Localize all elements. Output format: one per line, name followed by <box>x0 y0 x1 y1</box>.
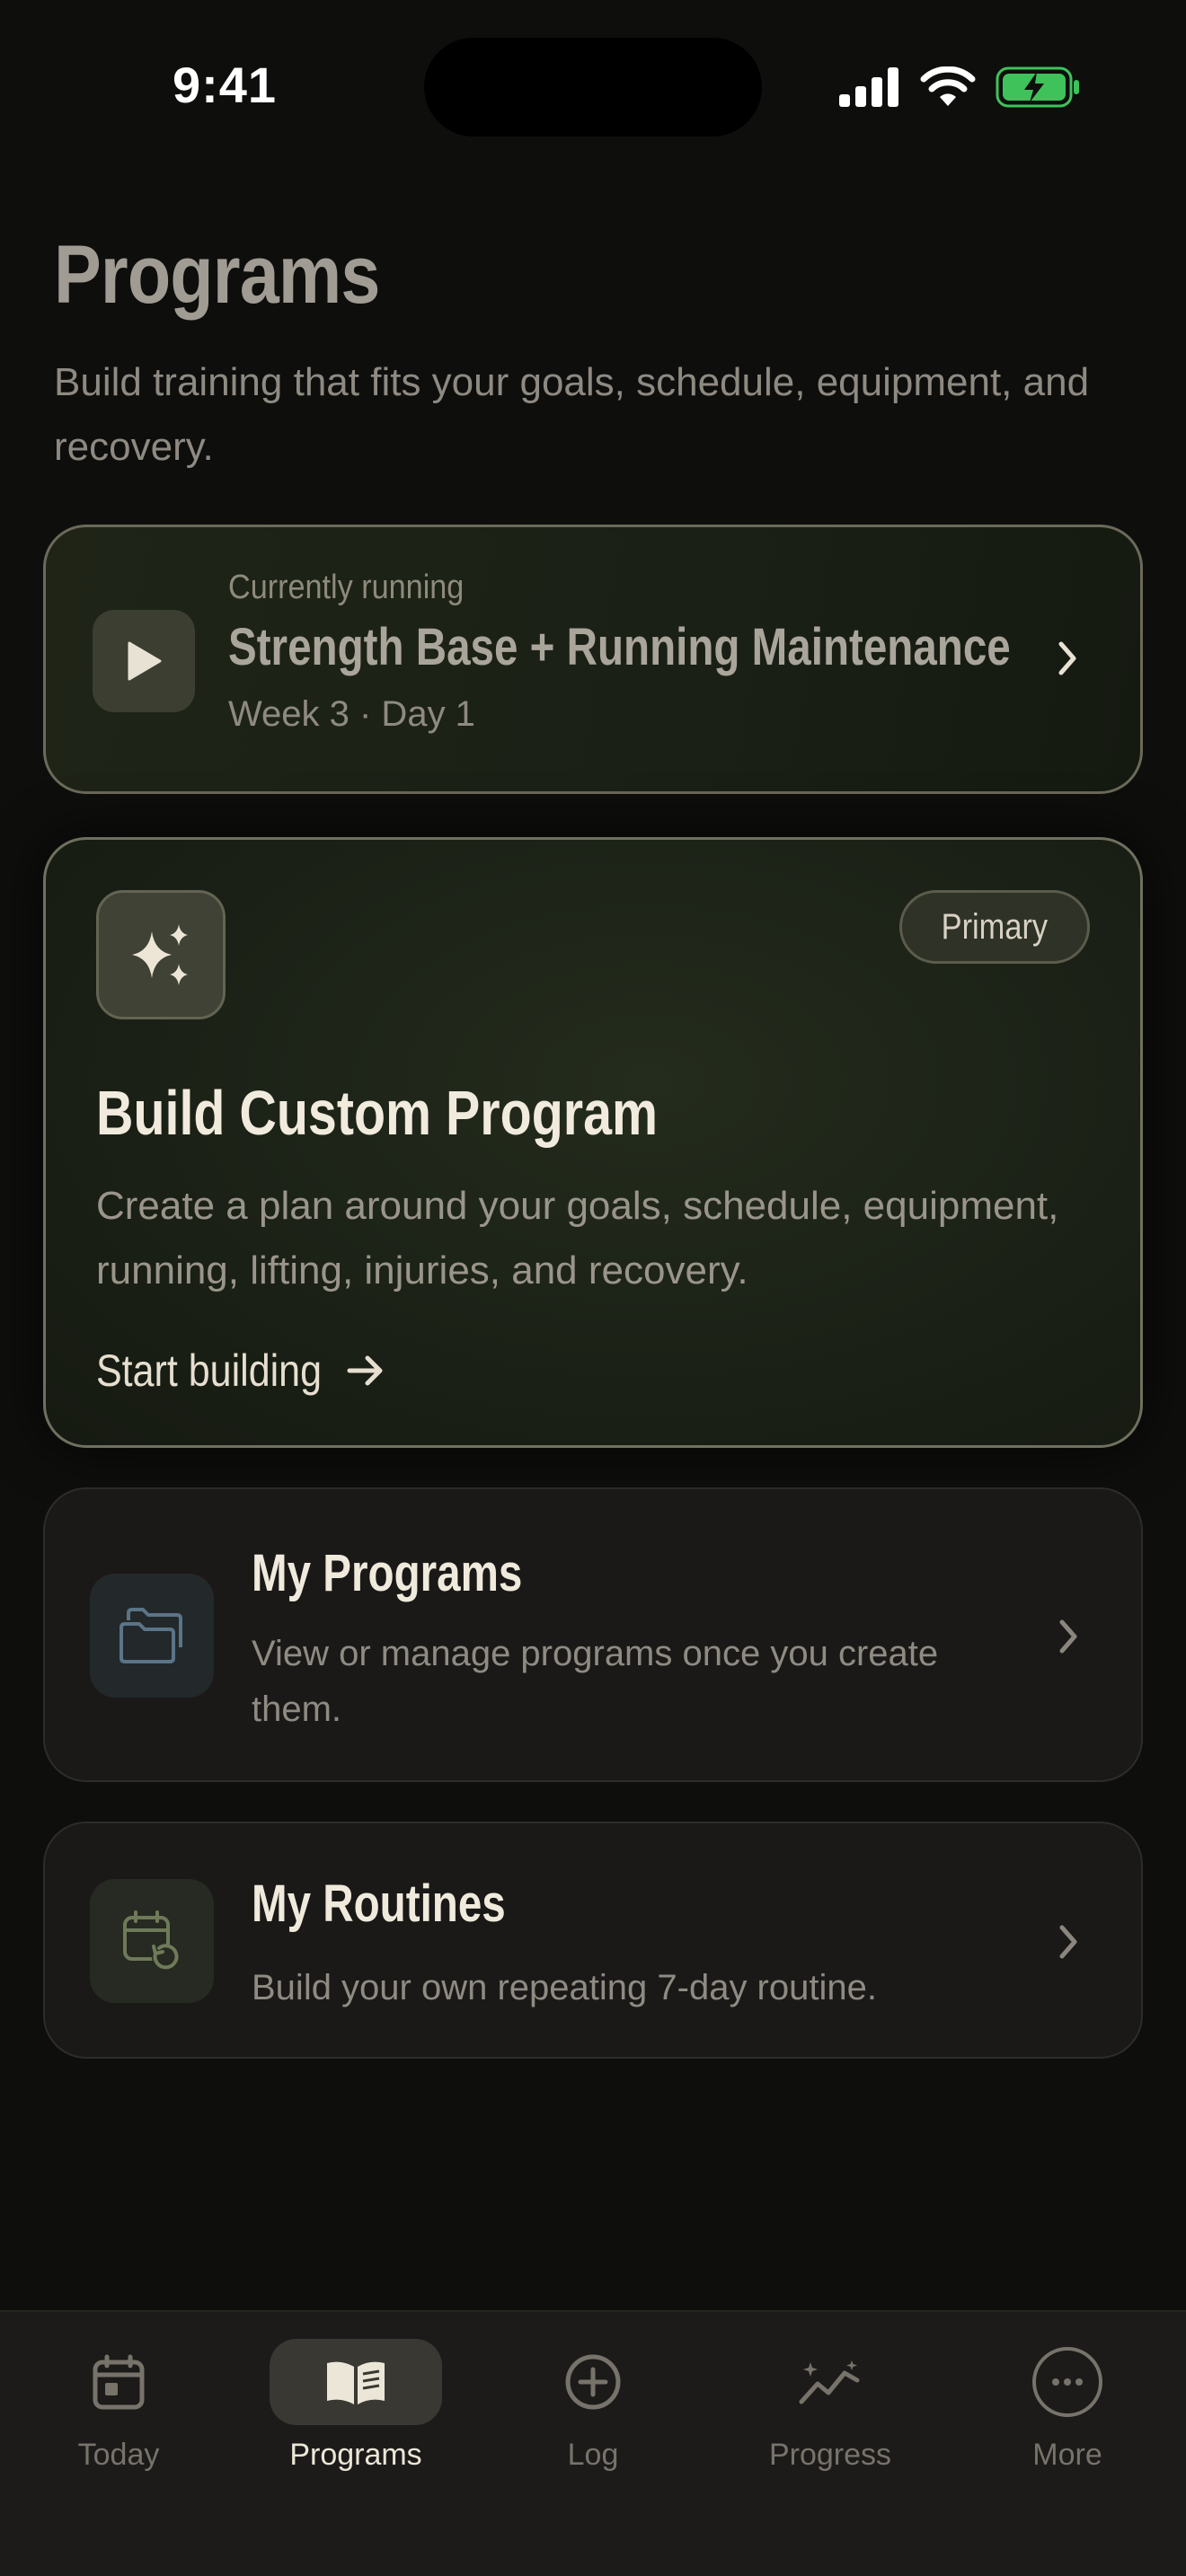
book-icon <box>327 2361 385 2404</box>
my-routines-title: My Routines <box>252 1875 506 1933</box>
calendar-icon <box>93 2354 145 2410</box>
chevron-right-icon <box>1059 1619 1077 1654</box>
my-routines-card[interactable]: My Routines Build your own repeating 7-d… <box>43 1822 1143 2059</box>
play-icon <box>128 641 162 681</box>
tab-label: Progress <box>768 2438 892 2472</box>
page-title: Programs <box>54 229 380 321</box>
folder-icon-box <box>90 1574 214 1698</box>
trend-icon <box>799 2360 860 2404</box>
chevron-right-icon <box>1059 1925 1077 1959</box>
folder-icon <box>119 1608 182 1663</box>
start-building-label: Start building <box>96 1345 322 1396</box>
my-programs-description: View or manage programs once you create … <box>252 1634 939 1729</box>
status-bar: 9:41 <box>0 0 1186 180</box>
dynamic-island <box>424 38 762 137</box>
build-program-description: Create a plan around your goals, schedul… <box>96 1184 1059 1292</box>
arrow-right-icon <box>347 1355 383 1386</box>
current-program-title: Strength Base + Running Maintenance <box>228 618 1011 676</box>
primary-badge: Primary <box>899 890 1090 964</box>
battery-charging-icon <box>996 66 1079 108</box>
my-programs-card[interactable]: My Programs View or manage programs once… <box>43 1487 1143 1782</box>
sparkle-icon-box <box>96 890 226 1019</box>
tab-label: Today <box>77 2438 160 2472</box>
tab-today[interactable]: Today <box>0 2312 237 2492</box>
tab-more[interactable]: More <box>949 2312 1186 2492</box>
chevron-right-icon <box>1058 641 1076 675</box>
more-icon <box>1032 2347 1102 2417</box>
build-program-title: Build Custom Program <box>96 1078 659 1148</box>
build-custom-program-card[interactable]: Primary Build Custom Program Create a pl… <box>43 837 1143 1448</box>
status-time: 9:41 <box>172 57 278 113</box>
current-program-card[interactable]: Currently running Strength Base + Runnin… <box>43 525 1143 794</box>
current-program-progress: Week 3 · Day 1 <box>228 694 475 734</box>
routine-icon-box <box>90 1879 214 2003</box>
play-icon-box <box>93 610 195 712</box>
tab-bar: Today Programs Log Progress More <box>0 2310 1186 2576</box>
tab-label: Programs <box>289 2438 422 2472</box>
current-program-label: Currently running <box>228 569 465 606</box>
status-icons <box>839 65 1080 110</box>
tab-progress[interactable]: Progress <box>712 2312 949 2492</box>
my-routines-description: Build your own repeating 7-day routine. <box>252 1968 877 2007</box>
tab-programs[interactable]: Programs <box>237 2312 474 2492</box>
plus-circle-icon <box>565 2354 621 2410</box>
calendar-repeat-icon <box>123 1910 179 1970</box>
start-building-link[interactable]: Start building <box>96 1345 385 1397</box>
tab-label: Log <box>567 2438 619 2472</box>
tab-log[interactable]: Log <box>474 2312 712 2492</box>
tab-label: More <box>1032 2438 1102 2472</box>
cellular-signal-icon <box>839 67 898 107</box>
my-programs-title: My Programs <box>252 1544 523 1602</box>
sparkles-icon <box>132 924 188 985</box>
page-subtitle: Build training that fits your goals, sch… <box>54 360 1090 469</box>
wifi-icon <box>920 66 976 106</box>
